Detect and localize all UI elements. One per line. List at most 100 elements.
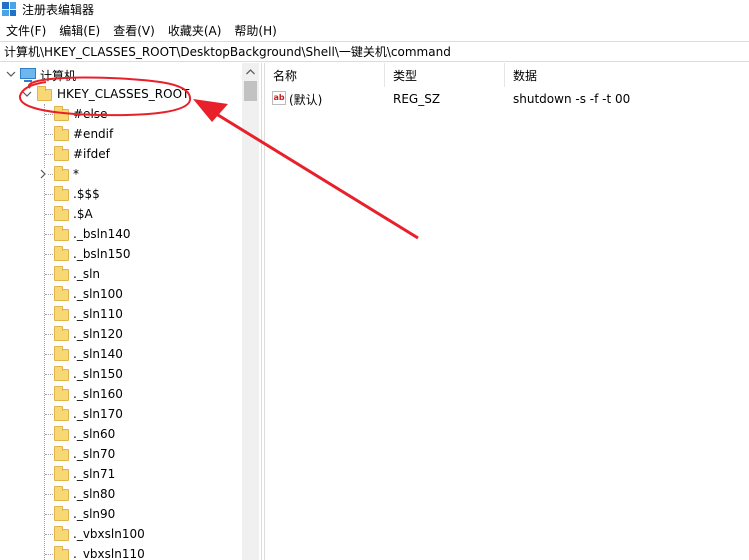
tree-item-label: #else [73,107,108,121]
folder-icon [54,546,69,560]
column-header-data[interactable]: 数据 [505,63,749,87]
tree-guide-line [45,514,53,515]
folder-icon [37,86,52,101]
tree-item-computer[interactable]: 计算机 [0,64,240,84]
folder-icon [54,446,69,461]
tree-item-label: ._sln80 [73,487,116,501]
tree-item-label: ._sln90 [73,507,116,521]
tree-item[interactable]: .$$$ [0,184,240,204]
folder-icon [54,366,69,381]
chevron-right-icon[interactable] [38,169,48,179]
tree-item-label: ._vbxsln100 [73,527,145,541]
folder-icon [54,506,69,521]
window-title: 注册表编辑器 [22,2,95,17]
folder-icon [54,326,69,341]
key-tree[interactable]: 计算机 HKEY_CLASSES_ROOT #else #endif #ifdef *… [0,63,261,560]
menu-favorites[interactable]: 收藏夹(A) [168,22,222,39]
tree-item-label: ._sln140 [73,347,123,361]
folder-icon [54,166,69,181]
tree-item[interactable]: ._sln160 [0,384,240,404]
column-header-name[interactable]: 名称 [265,63,385,87]
tree-item[interactable]: ._sln110 [0,304,240,324]
column-header-type[interactable]: 类型 [385,63,505,87]
tree-guide-line [45,474,53,475]
tree-item-label: ._bsln150 [73,247,131,261]
tree-item-label: ._sln71 [73,467,116,481]
tree-guide-line [45,314,53,315]
chevron-down-icon[interactable] [6,69,16,79]
tree-item-label: ._sln160 [73,387,123,401]
folder-icon [54,306,69,321]
folder-icon [54,246,69,261]
tree-guide-line [45,414,53,415]
value-type: REG_SZ [393,92,441,106]
tree-scrollbar[interactable] [242,63,259,560]
folder-icon [54,386,69,401]
tree-item-hkey-classes-root[interactable]: HKEY_CLASSES_ROOT [0,84,240,104]
tree-item[interactable]: ._sln170 [0,404,240,424]
tree-item[interactable]: * [0,164,240,184]
tree-item[interactable]: ._bsln150 [0,244,240,264]
folder-icon [54,466,69,481]
tree-item[interactable]: ._sln60 [0,424,240,444]
tree-item[interactable]: ._sln120 [0,324,240,344]
folder-icon [54,186,69,201]
folder-icon [54,486,69,501]
tree-item[interactable]: ._sln140 [0,344,240,364]
tree-item[interactable]: ._sln90 [0,504,240,524]
tree-item-label: ._sln60 [73,427,116,441]
tree-item[interactable]: ._sln71 [0,464,240,484]
tree-guide-line [45,154,53,155]
tree-item-label: ._sln170 [73,407,123,421]
tree-item[interactable]: .$A [0,204,240,224]
tree-guide-line [45,374,53,375]
tree-item[interactable]: ._vbxsln100 [0,524,240,544]
tree-item[interactable]: #ifdef [0,144,240,164]
tree-guide-line [45,294,53,295]
tree-item-label: ._sln150 [73,367,123,381]
tree-item-label: #endif [73,127,114,141]
value-list[interactable]: 名称 类型 数据 ab (默认) REG_SZ shutdown -s -f -… [265,63,749,560]
scroll-up-arrow-icon[interactable] [242,63,259,80]
title-bar: 注册表编辑器 [0,0,749,18]
tree-guide-line [45,274,53,275]
menu-help[interactable]: 帮助(H) [234,22,276,39]
address-path[interactable]: 计算机\HKEY_CLASSES_ROOT\DesktopBackground\… [4,43,451,60]
tree-item[interactable]: #else [0,104,240,124]
tree-item-label: 计算机 [40,69,77,83]
chevron-down-icon[interactable] [22,89,32,99]
folder-icon [54,226,69,241]
folder-icon [54,126,69,141]
tree-item-label: .$A [73,207,93,221]
string-value-icon: ab [272,91,286,105]
tree-guide-line [45,534,53,535]
tree-guide-line [45,214,53,215]
tree-item[interactable]: ._sln [0,264,240,284]
tree-item[interactable]: ._sln80 [0,484,240,504]
tree-item-label: ._sln70 [73,447,116,461]
tree-item[interactable]: ._sln70 [0,444,240,464]
tree-guide-line [45,194,53,195]
tree-item-label: ._sln [73,267,101,281]
tree-item[interactable]: ._sln100 [0,284,240,304]
menu-view[interactable]: 查看(V) [113,22,155,39]
tree-item[interactable]: ._sln150 [0,364,240,384]
folder-icon [54,106,69,121]
tree-guide-line [45,134,53,135]
tree-guide-line [45,434,53,435]
tree-item[interactable]: #endif [0,124,240,144]
value-row[interactable]: ab (默认) REG_SZ shutdown -s -f -t 00 [265,89,749,109]
tree-guide-line [45,554,53,555]
folder-icon [54,406,69,421]
tree-guide-line [45,354,53,355]
tree-item-label: ._sln110 [73,307,123,321]
menu-edit[interactable]: 编辑(E) [59,22,100,39]
menu-file[interactable]: 文件(F) [6,22,46,39]
tree-item-label: ._bsln140 [73,227,131,241]
tree-item[interactable]: ._bsln140 [0,224,240,244]
scrollbar-thumb[interactable] [244,81,257,101]
tree-guide-line [45,394,53,395]
tree-guide-line [45,254,53,255]
address-bar[interactable]: 计算机\HKEY_CLASSES_ROOT\DesktopBackground\… [0,41,749,62]
tree-item[interactable]: ._vbxsln110 [0,544,240,560]
